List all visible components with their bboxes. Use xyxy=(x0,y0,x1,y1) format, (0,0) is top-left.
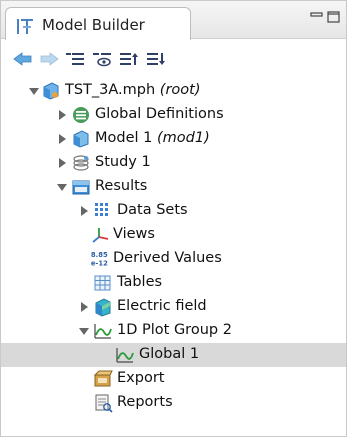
reports-icon xyxy=(95,394,113,413)
data-sets-label: Data Sets xyxy=(117,202,188,218)
tree-node-derived-values[interactable]: 8.85 e-12 Derived Values xyxy=(1,247,346,271)
export-label: Export xyxy=(117,370,165,386)
tree-node-study[interactable]: Study 1 xyxy=(1,151,346,175)
tables-label: Tables xyxy=(117,274,163,290)
study-label: Study 1 xyxy=(95,154,151,170)
model-builder-panel: Model Builder TST_3A.mph (root) Global D… xyxy=(0,0,347,437)
collapsed-arrow-icon[interactable] xyxy=(79,205,89,217)
tree-node-tables[interactable]: Tables xyxy=(1,271,346,295)
root-tag: (root) xyxy=(159,82,201,98)
tree-node-export[interactable]: Export xyxy=(1,367,346,391)
show-hide-icon[interactable] xyxy=(92,51,112,67)
tree-node-1d-plot-group[interactable]: 1D Plot Group 2 xyxy=(1,319,346,343)
model-builder-icon xyxy=(17,19,33,34)
derived-values-icon: 8.85 e-12 xyxy=(91,251,108,267)
tree-node-electric-field[interactable]: Electric field xyxy=(1,295,346,319)
export-icon xyxy=(93,370,113,387)
derived-values-icon-text-top: 8.85 xyxy=(91,251,108,259)
derived-values-label: Derived Values xyxy=(113,250,222,266)
root-label: TST_3A.mph xyxy=(65,82,156,98)
model-tag: (mod1) xyxy=(156,130,210,146)
expanded-arrow-icon[interactable] xyxy=(57,181,67,193)
electric-field-icon xyxy=(95,298,111,317)
tree-node-data-sets[interactable]: Data Sets xyxy=(1,199,346,223)
electric-field-label: Electric field xyxy=(117,298,207,314)
tree-node-results[interactable]: Results xyxy=(1,175,346,199)
global-plot-icon xyxy=(116,348,134,363)
toolbar xyxy=(1,41,346,75)
data-sets-grid-icon xyxy=(95,203,108,216)
global-label: Global 1 xyxy=(139,346,200,362)
mph-file-icon xyxy=(43,82,59,100)
collapse-list-icon[interactable] xyxy=(65,51,85,67)
model-icon xyxy=(73,130,89,148)
derived-values-icon-text-bottom: e-12 xyxy=(91,259,108,267)
collapsed-arrow-icon[interactable] xyxy=(57,157,67,169)
model-builder-tab[interactable]: Model Builder xyxy=(5,7,191,40)
expanded-arrow-icon[interactable] xyxy=(79,325,89,337)
1d-plot-group-icon xyxy=(94,324,112,339)
back-arrow-icon[interactable] xyxy=(13,51,33,67)
forward-arrow-icon[interactable] xyxy=(39,51,59,67)
tree-node-global-selected[interactable]: Global 1 xyxy=(1,343,346,367)
views-label: Views xyxy=(113,226,155,242)
study-icon xyxy=(73,155,89,171)
move-up-list-icon[interactable] xyxy=(119,51,139,67)
tree-node-reports[interactable]: Reports xyxy=(1,391,346,415)
views-axes-icon xyxy=(92,228,109,243)
results-label: Results xyxy=(95,178,148,194)
tree-node-model[interactable]: Model 1 (mod1) xyxy=(1,127,346,151)
global-definitions-label: Global Definitions xyxy=(95,106,224,122)
title-bar: Model Builder xyxy=(1,1,346,40)
reports-label: Reports xyxy=(117,394,173,410)
maximize-icon[interactable] xyxy=(327,11,341,23)
collapsed-arrow-icon[interactable] xyxy=(57,133,67,145)
expanded-arrow-icon[interactable] xyxy=(29,85,39,97)
move-down-list-icon[interactable] xyxy=(146,51,166,67)
collapsed-arrow-icon[interactable] xyxy=(79,301,89,313)
tree-node-root[interactable]: TST_3A.mph (root) xyxy=(1,79,346,103)
minimize-icon[interactable] xyxy=(310,11,324,23)
panel-title: Model Builder xyxy=(42,16,145,34)
tables-icon xyxy=(94,275,111,291)
collapsed-arrow-icon[interactable] xyxy=(57,109,67,121)
tree-node-views[interactable]: Views xyxy=(1,223,346,247)
global-definitions-icon xyxy=(73,107,89,123)
results-folder-icon xyxy=(72,180,90,195)
tree-node-global-definitions[interactable]: Global Definitions xyxy=(1,103,346,127)
1d-plot-group-label: 1D Plot Group 2 xyxy=(117,322,232,338)
model-label: Model 1 xyxy=(95,130,153,146)
